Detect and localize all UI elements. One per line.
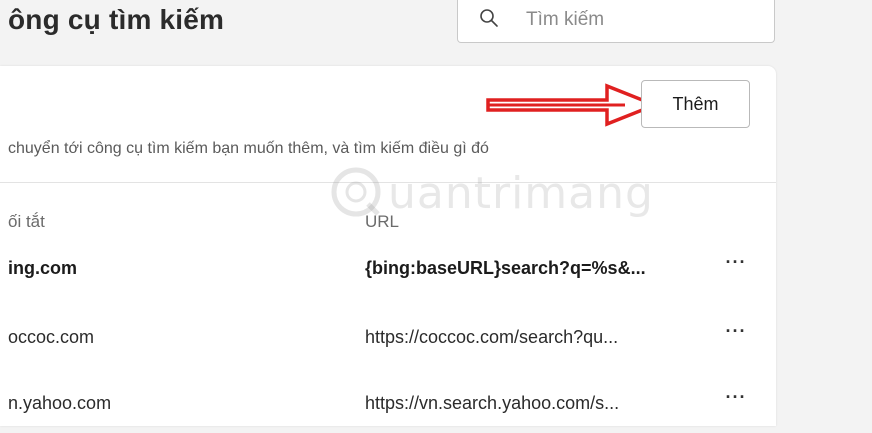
more-options-icon[interactable]: ··· (718, 252, 754, 280)
more-options-icon[interactable]: ··· (718, 321, 754, 349)
search-icon (480, 9, 498, 27)
row-shortcut: occoc.com (8, 327, 95, 347)
table-row: n.yahoo.com https://vn.search.yahoo.com/… (0, 387, 776, 433)
table-row: ing.com {bing:baseURL}search?q=%s&... ··… (0, 252, 776, 298)
row-url: {bing:baseURL}search?q=%s&... (365, 258, 646, 278)
red-arrow-annotation (486, 83, 660, 127)
divider (0, 182, 776, 183)
column-header-url: URL (365, 212, 400, 231)
search-input[interactable] (524, 6, 758, 34)
row-shortcut: ing.com (8, 258, 78, 278)
add-button[interactable]: Thêm (641, 80, 750, 128)
column-header-shortcut: ối tắt (8, 212, 45, 231)
table-row: occoc.com https://coccoc.com/search?qu..… (0, 321, 776, 367)
card-description: chuyển tới công cụ tìm kiếm bạn muốn thê… (8, 140, 489, 157)
top-bar: ông cụ tìm kiếm (0, 0, 872, 52)
page-title: ông cụ tìm kiếm (8, 4, 225, 35)
row-url: https://coccoc.com/search?qu... (365, 327, 619, 347)
search-box[interactable] (457, 0, 775, 43)
